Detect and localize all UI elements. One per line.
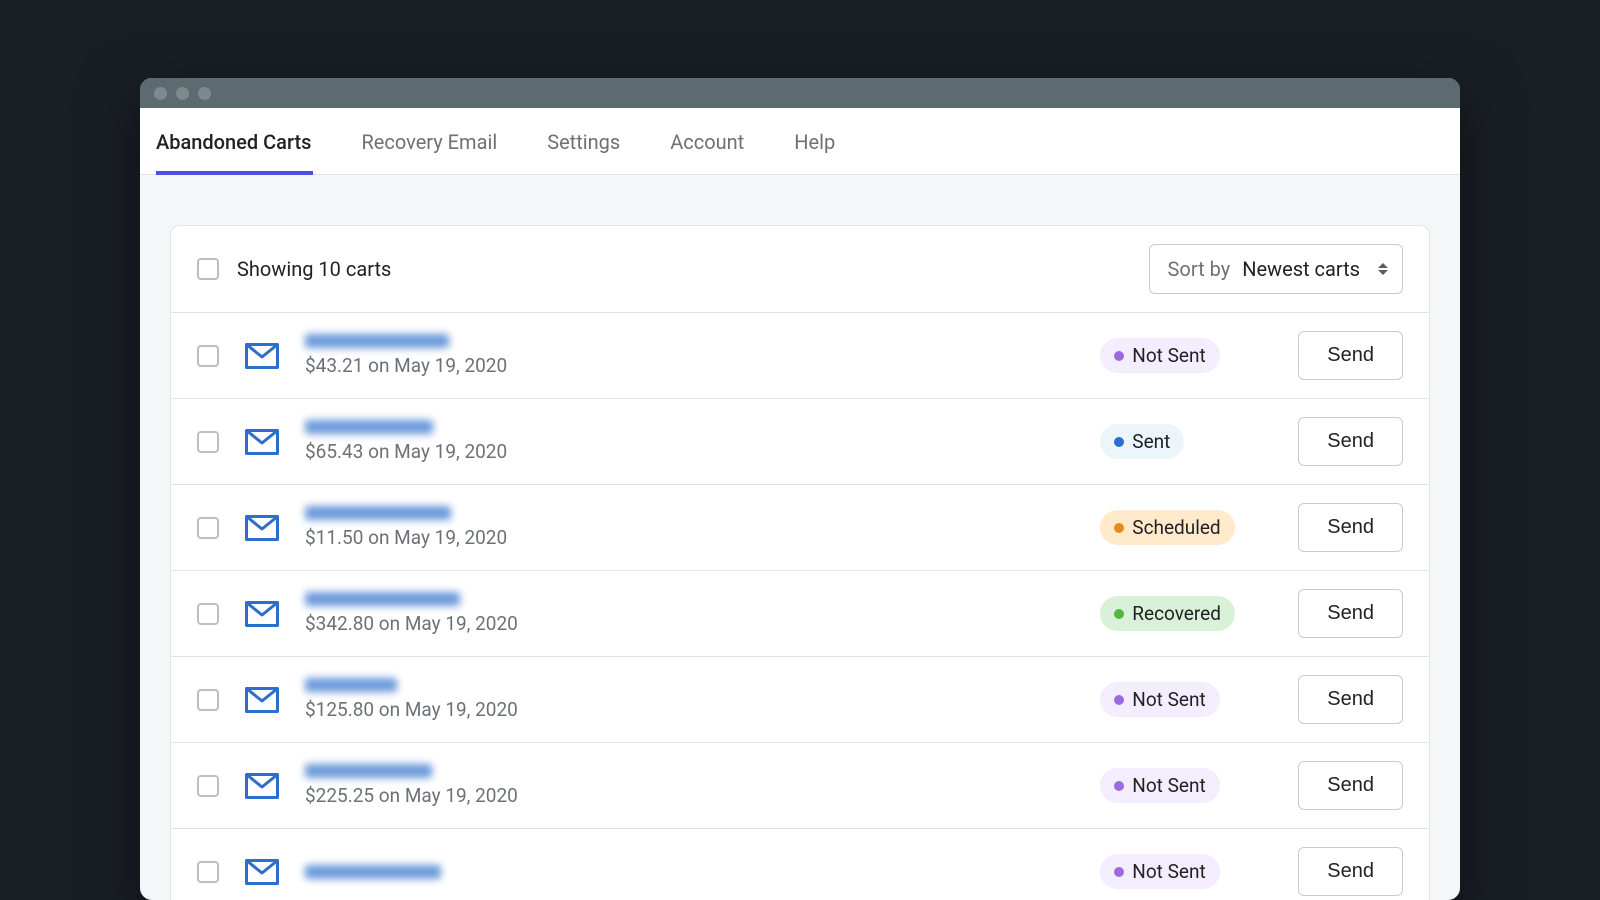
maximize-icon[interactable]	[198, 87, 211, 100]
cart-meta: $225.25 on May 19, 2020	[305, 784, 1082, 807]
send-button[interactable]: Send	[1298, 503, 1403, 552]
header-left: Showing 10 carts	[197, 257, 391, 281]
send-button[interactable]: Send	[1298, 589, 1403, 638]
customer-name-redacted	[305, 764, 432, 778]
mail-icon[interactable]	[237, 601, 287, 627]
row-checkbox[interactable]	[197, 345, 219, 367]
cart-meta: $342.80 on May 19, 2020	[305, 612, 1082, 635]
carts-card: Showing 10 carts Sort by Newest carts $4…	[170, 225, 1430, 900]
mail-icon[interactable]	[237, 343, 287, 369]
cart-row: $65.43 on May 19, 2020 Sent Send	[171, 399, 1429, 485]
tab-help[interactable]: Help	[794, 108, 861, 174]
status-cell: Sent	[1100, 424, 1280, 459]
status-dot-icon	[1114, 351, 1124, 361]
customer-cell[interactable]: $65.43 on May 19, 2020	[305, 420, 1082, 463]
row-checkbox[interactable]	[197, 517, 219, 539]
content-area: Showing 10 carts Sort by Newest carts $4…	[140, 175, 1460, 900]
app-window: Abandoned Carts Recovery Email Settings Acc…	[140, 78, 1460, 900]
cart-row: $225.25 on May 19, 2020 Not Sent Send	[171, 743, 1429, 829]
sort-value: Newest carts	[1242, 257, 1360, 281]
mail-icon[interactable]	[237, 429, 287, 455]
cart-row: $342.80 on May 19, 2020 Recovered Send	[171, 571, 1429, 657]
cart-row: $11.50 on May 19, 2020 Scheduled Send	[171, 485, 1429, 571]
status-badge: Not Sent	[1100, 768, 1219, 803]
mail-icon[interactable]	[237, 859, 287, 885]
customer-cell[interactable]: $225.25 on May 19, 2020	[305, 764, 1082, 807]
row-checkbox[interactable]	[197, 689, 219, 711]
main-tabs: Abandoned Carts Recovery Email Settings Acc…	[140, 108, 1460, 175]
customer-name-redacted	[305, 420, 433, 434]
cart-meta: $125.80 on May 19, 2020	[305, 698, 1082, 721]
status-label: Not Sent	[1132, 688, 1205, 711]
customer-name-redacted	[305, 592, 460, 606]
send-button[interactable]: Send	[1298, 847, 1403, 896]
status-label: Recovered	[1132, 602, 1221, 625]
select-all-checkbox[interactable]	[197, 258, 219, 280]
status-cell: Not Sent	[1100, 338, 1280, 373]
cart-meta: $65.43 on May 19, 2020	[305, 440, 1082, 463]
window-titlebar	[140, 78, 1460, 108]
status-label: Not Sent	[1132, 774, 1205, 797]
customer-cell[interactable]: $342.80 on May 19, 2020	[305, 592, 1082, 635]
status-dot-icon	[1114, 867, 1124, 877]
customer-name-redacted	[305, 678, 397, 692]
minimize-icon[interactable]	[176, 87, 189, 100]
cart-meta: $43.21 on May 19, 2020	[305, 354, 1082, 377]
customer-name-redacted	[305, 865, 441, 879]
status-badge: Sent	[1100, 424, 1184, 459]
status-cell: Not Sent	[1100, 682, 1280, 717]
status-label: Not Sent	[1132, 344, 1205, 367]
status-label: Sent	[1132, 430, 1170, 453]
cart-row: $43.21 on May 19, 2020 Not Sent Send	[171, 313, 1429, 399]
status-label: Not Sent	[1132, 860, 1205, 883]
close-icon[interactable]	[154, 87, 167, 100]
status-dot-icon	[1114, 437, 1124, 447]
tab-recovery-email[interactable]: Recovery Email	[361, 108, 523, 174]
status-label: Scheduled	[1132, 516, 1220, 539]
tab-settings[interactable]: Settings	[547, 108, 646, 174]
row-checkbox[interactable]	[197, 775, 219, 797]
card-header: Showing 10 carts Sort by Newest carts	[171, 226, 1429, 313]
customer-cell[interactable]: $11.50 on May 19, 2020	[305, 506, 1082, 549]
send-button[interactable]: Send	[1298, 675, 1403, 724]
status-badge: Recovered	[1100, 596, 1235, 631]
mail-icon[interactable]	[237, 687, 287, 713]
status-cell: Recovered	[1100, 596, 1280, 631]
sort-select[interactable]: Sort by Newest carts	[1149, 244, 1403, 294]
customer-cell[interactable]: $125.80 on May 19, 2020	[305, 678, 1082, 721]
send-button[interactable]: Send	[1298, 761, 1403, 810]
status-dot-icon	[1114, 781, 1124, 791]
row-checkbox[interactable]	[197, 861, 219, 883]
tab-abandoned-carts[interactable]: Abandoned Carts	[156, 108, 337, 174]
status-cell: Not Sent	[1100, 854, 1280, 889]
tab-account[interactable]: Account	[670, 108, 770, 174]
sort-label: Sort by	[1168, 257, 1231, 281]
sort-caret-icon	[1378, 263, 1388, 275]
status-badge: Not Sent	[1100, 682, 1219, 717]
send-button[interactable]: Send	[1298, 417, 1403, 466]
status-badge: Scheduled	[1100, 510, 1234, 545]
status-cell: Scheduled	[1100, 510, 1280, 545]
status-dot-icon	[1114, 523, 1124, 533]
mail-icon[interactable]	[237, 515, 287, 541]
customer-name-redacted	[305, 334, 449, 348]
cart-row: $125.80 on May 19, 2020 Not Sent Send	[171, 657, 1429, 743]
status-badge: Not Sent	[1100, 338, 1219, 373]
cart-rows: $43.21 on May 19, 2020Not SentSend$65.43…	[171, 313, 1429, 900]
customer-cell[interactable]: $43.21 on May 19, 2020	[305, 334, 1082, 377]
mail-icon[interactable]	[237, 773, 287, 799]
status-badge: Not Sent	[1100, 854, 1219, 889]
status-dot-icon	[1114, 695, 1124, 705]
cart-row: Not Sent Send	[171, 829, 1429, 900]
customer-name-redacted	[305, 506, 451, 520]
cart-meta: $11.50 on May 19, 2020	[305, 526, 1082, 549]
count-label: Showing 10 carts	[237, 257, 391, 281]
status-dot-icon	[1114, 609, 1124, 619]
send-button[interactable]: Send	[1298, 331, 1403, 380]
row-checkbox[interactable]	[197, 603, 219, 625]
customer-cell[interactable]	[305, 865, 1082, 879]
row-checkbox[interactable]	[197, 431, 219, 453]
status-cell: Not Sent	[1100, 768, 1280, 803]
